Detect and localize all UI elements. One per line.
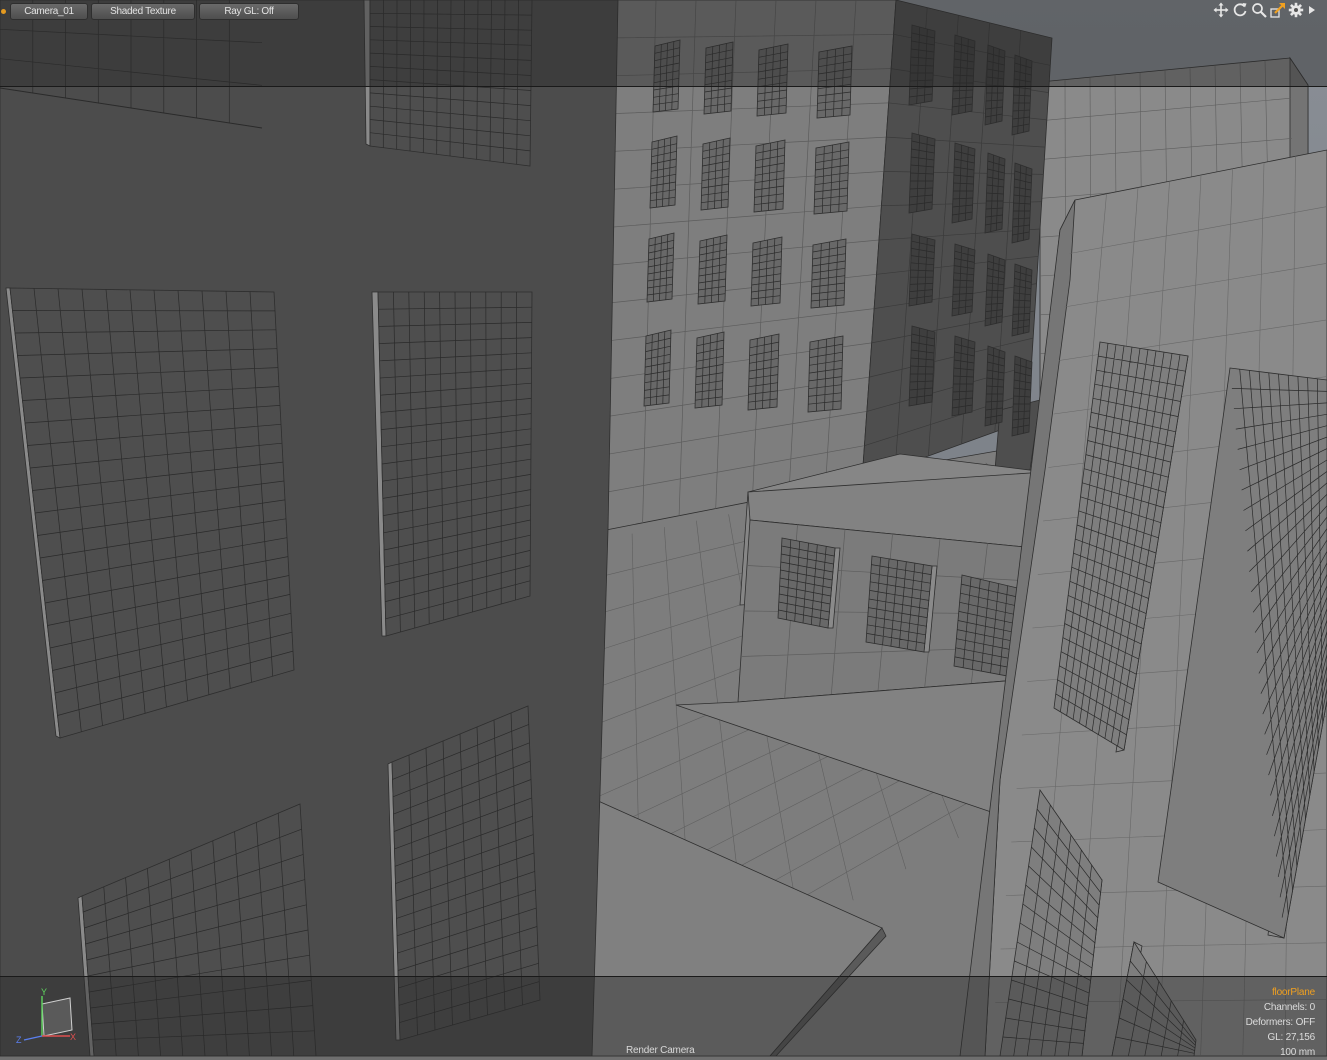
scene-render[interactable] <box>0 0 1327 1056</box>
render-camera-label: Render Camera <box>626 1045 695 1056</box>
viewport-info: floorPlane Channels: 0 Deformers: OFF GL… <box>1245 985 1316 1060</box>
gl-polycount: GL: 27,156 <box>1267 1032 1316 1043</box>
axis-gizmo: Y Z X <box>16 987 76 1045</box>
channels-count: Channels: 0 <box>1263 1002 1315 1013</box>
deformers-status: Deformers: OFF <box>1245 1017 1316 1028</box>
axis-z-label: Z <box>16 1035 22 1045</box>
raygl-toggle[interactable]: Ray GL: Off <box>199 3 299 20</box>
grid-scale: 100 mm <box>1280 1047 1315 1058</box>
shading-mode-selector[interactable]: Shaded Texture <box>91 3 195 20</box>
axis-y-label: Y <box>41 987 47 997</box>
maximize-view-icon[interactable] <box>1270 2 1286 18</box>
zoom-view-icon[interactable] <box>1251 2 1267 18</box>
axis-x-label: X <box>70 1032 76 1042</box>
camera-selector[interactable]: Camera_01 <box>10 3 88 20</box>
selected-item-name: floorPlane <box>1271 987 1315 998</box>
viewport-options-dot[interactable] <box>1 9 6 14</box>
3d-viewport[interactable] <box>0 0 1327 1056</box>
expand-arrow-icon[interactable] <box>1306 2 1318 18</box>
move-view-icon[interactable] <box>1213 2 1229 18</box>
rotate-view-icon[interactable] <box>1232 2 1248 18</box>
gear-icon[interactable] <box>1288 2 1304 18</box>
